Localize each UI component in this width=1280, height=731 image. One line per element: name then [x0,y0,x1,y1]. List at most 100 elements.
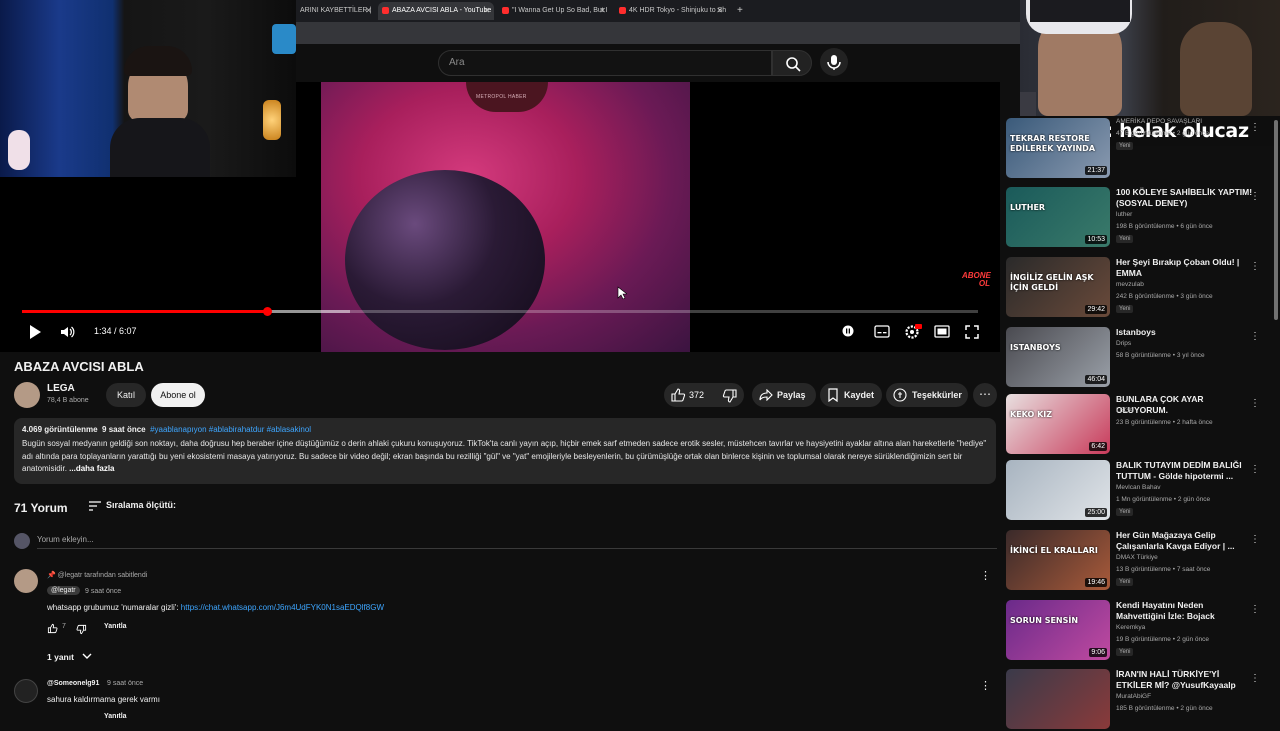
sort-label: Sıralama ölçütü: [106,500,177,510]
join-button[interactable]: Katıl [106,383,146,407]
comment-menu-icon[interactable]: ⋮ [980,569,991,582]
recommended-title[interactable]: Istanboys [1116,327,1254,338]
recommended-channel[interactable]: DMAX Türkiye [1116,554,1158,561]
settings-button[interactable] [904,323,922,342]
video-menu-icon[interactable]: ⋮ [1250,604,1260,615]
subtitles-button[interactable] [874,325,890,341]
autoplay-toggle[interactable] [842,325,854,340]
like-button[interactable] [670,387,686,408]
more-actions-button[interactable]: ⋯ [973,383,997,407]
recommended-title[interactable]: İRAN'IN HALİ TÜRKİYE'Yİ ETKİLER Mİ? @Yus… [1116,669,1254,691]
recommended-video[interactable]: İRAN'IN HALİ TÜRKİYE'Yİ ETKİLER Mİ? @Yus… [1006,669,1276,731]
reply-button[interactable]: Yanıtla [104,623,127,630]
video-menu-icon[interactable]: ⋮ [1250,122,1260,133]
recommended-video[interactable]: KEKO KIZ 6:42 BUNLARA ÇOK AYAR OLUYORUM. LE… [1006,394,1276,456]
browser-tab[interactable]: 4K HDR Tokyo - Shinjuku to Sh ✕ [615,2,727,20]
channel-avatar[interactable] [14,382,40,408]
browser-tab-active[interactable]: ABAZA AVCISI ABLA - YouTube ✕ [378,2,494,20]
comment-author[interactable]: @legatr [47,586,80,595]
voice-search-button[interactable] [820,48,848,76]
video-menu-icon[interactable]: ⋮ [1250,261,1260,272]
sort-comments-button[interactable]: Sıralama ölçütü: [88,500,176,511]
comment-like-button[interactable] [47,621,58,639]
recommended-title[interactable]: BUNLARA ÇOK AYAR OLUYORUM. [1116,394,1254,416]
video-thumbnail[interactable]: SORUN SENSİN 9:06 [1006,600,1110,660]
search-button[interactable] [772,50,812,76]
share-button[interactable]: Paylaş [752,383,816,407]
dislike-button[interactable] [722,388,738,409]
recommended-video[interactable]: SORUN SENSİN 9:06 Kendi Hayatını Neden Mah… [1006,600,1276,662]
comment-avatar[interactable] [14,569,38,593]
reply-button[interactable]: Yanıtla [104,713,127,720]
recommended-video[interactable]: LUTHER 10:53 100 KÖLEYE SAHİBELİK YAPTIM! … [1006,187,1276,249]
comment-menu-icon[interactable]: ⋮ [980,679,991,692]
recommended-channel[interactable]: MuratAbiGF [1116,693,1151,700]
comment-age[interactable]: 9 saat önce [107,680,143,687]
video-thumbnail[interactable] [1006,669,1110,729]
video-menu-icon[interactable]: ⋮ [1250,398,1260,409]
hashtags[interactable]: #yaablanapıyon #ablabirahatdur #ablasaki… [150,425,311,434]
video-menu-icon[interactable]: ⋮ [1250,673,1260,684]
close-tab-icon[interactable]: ✕ [483,2,490,20]
fullscreen-button[interactable] [965,325,979,342]
thanks-button[interactable]: Teşekkürler [886,383,968,407]
volume-button[interactable] [59,324,75,343]
search-input[interactable]: Ara [438,50,772,76]
video-menu-icon[interactable]: ⋮ [1250,191,1260,202]
recommended-video[interactable]: 25:00 BALIK TUTAYIM DEDİM BALIĞI TUTTUM -… [1006,460,1276,522]
show-replies-button[interactable]: 1 yanıt [47,652,92,662]
recommended-channel[interactable]: LEGA [1116,407,1133,414]
recommended-title[interactable]: BALIK TUTAYIM DEDİM BALIĞI TUTTUM - Göld… [1116,460,1254,482]
video-thumbnail[interactable]: ISTANBOYS 46:04 [1006,327,1110,387]
recommended-title[interactable]: Kendi Hayatını Neden Mahvettiğini İzle: … [1116,600,1254,622]
video-thumbnail[interactable]: İKİNCİ EL KRALLARI 19:46 [1006,530,1110,590]
comment-link[interactable]: https://chat.whatsapp.com/J6m4UdFYK0N1sa… [181,603,384,612]
recommended-title[interactable]: Her Gün Mağazaya Gelip Çalışanlarla Kavg… [1116,530,1254,552]
video-menu-icon[interactable]: ⋮ [1250,464,1260,475]
video-thumbnail[interactable]: TEKRAR RESTORE EDİLEREK YAYINDA 21:37 [1006,118,1110,178]
channel-name[interactable]: LEGA [47,383,75,394]
recommended-video[interactable]: İKİNCİ EL KRALLARI 19:46 Her Gün Mağazaya … [1006,530,1276,592]
video-thumbnail[interactable]: LUTHER 10:53 [1006,187,1110,247]
new-tab-button[interactable]: + [733,2,747,20]
channel-watermark[interactable]: ABONE OL [962,272,991,296]
new-badge: Yeni [1116,142,1134,150]
browser-tab[interactable]: ARINI KAYBETTİLER | ✕ [296,2,376,20]
video-thumbnail[interactable]: İNGİLİZ GELİN AŞK İÇİN GELDİ 29:42 [1006,257,1110,317]
comment-avatar[interactable] [14,679,38,703]
recommended-title[interactable]: 100 KÖLEYE SAHİBELİK YAPTIM! (SOSYAL DEN… [1116,187,1254,209]
thumbnail-text: LUTHER [1010,203,1046,212]
recommended-channel[interactable]: mevzulab [1116,281,1144,288]
recommended-channel[interactable]: Drips [1116,340,1131,347]
comment-author[interactable]: @Someonelg91 [47,680,99,687]
add-comment-input[interactable]: Yorum ekleyin... [37,535,997,549]
theater-mode-button[interactable] [934,325,950,341]
show-more-link[interactable]: ...daha fazla [69,464,114,473]
video-thumbnail[interactable]: 25:00 [1006,460,1110,520]
video-menu-icon[interactable]: ⋮ [1250,331,1260,342]
save-button[interactable]: Kaydet [820,383,882,407]
thumbnail-text: KEKO KIZ [1010,410,1053,419]
recommended-channel[interactable]: AMERİKA DEPO SAVAŞLARI [1116,118,1202,125]
recommended-channel[interactable]: luther [1116,211,1132,218]
progress-scrubber[interactable] [262,307,272,316]
video-thumbnail[interactable]: KEKO KIZ 6:42 [1006,394,1110,454]
recommended-channel[interactable]: Keremkya [1116,624,1145,631]
video-menu-icon[interactable]: ⋮ [1250,534,1260,545]
recommended-video[interactable]: TEKRAR RESTORE EDİLEREK YAYINDA 21:37 AMER… [1006,118,1276,180]
recommended-video[interactable]: ISTANBOYS 46:04 Istanboys Drips 58 B görüntü… [1006,327,1276,389]
fullscreen-icon [965,325,979,339]
recommended-video[interactable]: İNGİLİZ GELİN AŞK İÇİN GELDİ 29:42 Her Şey… [1006,257,1276,319]
browser-tab[interactable]: "I Wanna Get Up So Bad, But I ✕ [498,2,610,20]
sidebar-scrollbar[interactable] [1274,120,1278,320]
thanks-label: Teşekkürler [912,390,962,400]
recommended-title[interactable]: Her Şeyi Bırakıp Çoban Oldu! | EMMA [1116,257,1254,279]
close-tab-icon[interactable]: ✕ [599,2,606,20]
close-tab-icon[interactable]: ✕ [365,2,372,20]
recommended-channel[interactable]: Mevlcan Bahav [1116,484,1160,491]
close-tab-icon[interactable]: ✕ [716,2,723,20]
play-button[interactable] [28,324,42,343]
comment-age[interactable]: 9 saat önce [85,588,121,595]
comment-dislike-button[interactable] [76,622,87,640]
subscribe-button[interactable]: Abone ol [151,383,205,407]
